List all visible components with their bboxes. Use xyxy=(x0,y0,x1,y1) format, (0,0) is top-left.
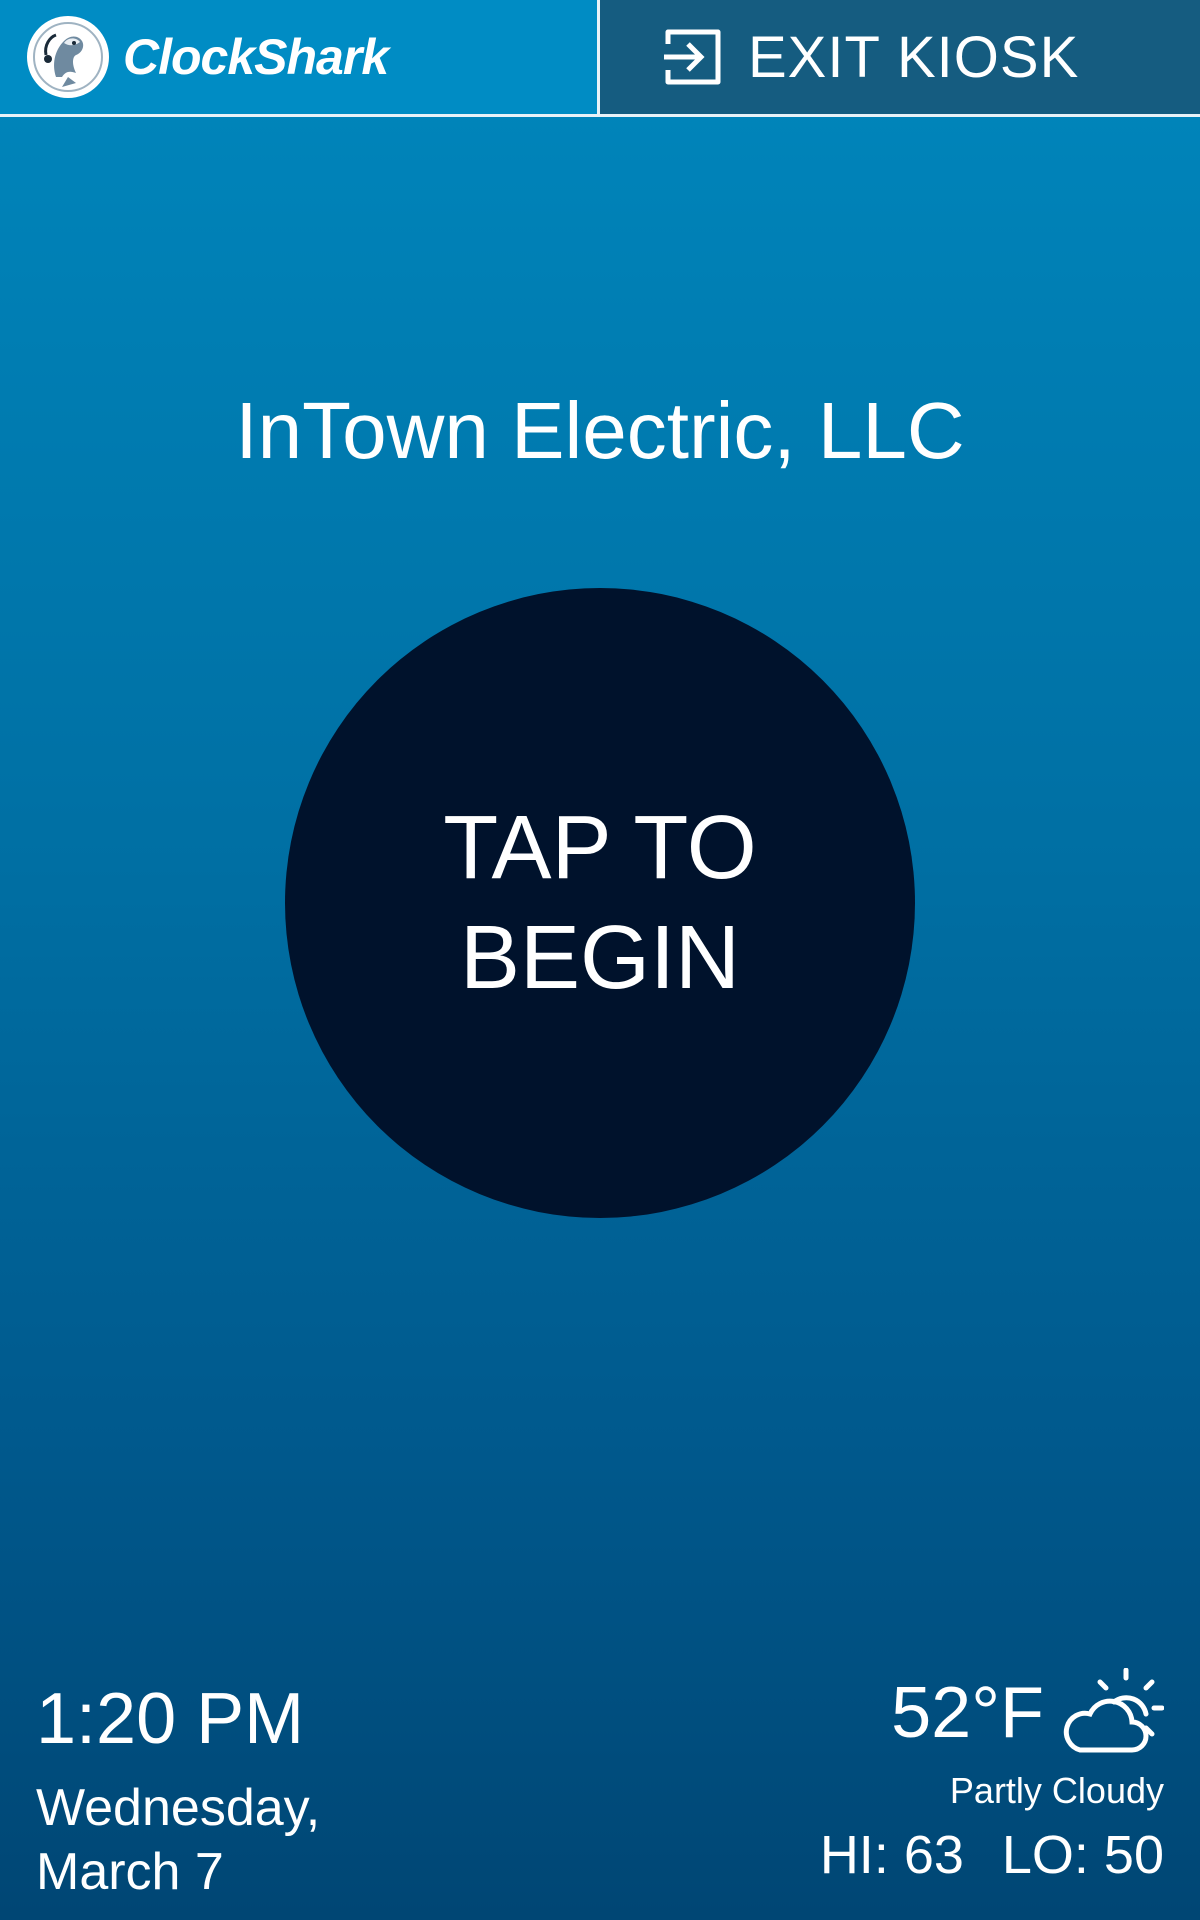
weather-temperature: 52°F xyxy=(891,1673,1044,1753)
brand-name: ClockShark xyxy=(123,29,389,85)
top-bar: ClockShark EXIT KIOSK xyxy=(0,0,1200,117)
exit-icon xyxy=(664,29,721,85)
tap-to-begin-button[interactable]: TAP TO BEGIN xyxy=(285,588,915,1218)
shark-logo-icon xyxy=(27,16,109,98)
weather-low: LO: 50 xyxy=(1001,1825,1164,1885)
partly-cloudy-icon xyxy=(1063,1668,1164,1753)
brand-area: ClockShark xyxy=(0,0,600,114)
weather-high-low: HI: 63 LO: 50 xyxy=(820,1824,1164,1886)
current-date: Wednesday, March 7 xyxy=(36,1779,321,1901)
weather-condition: Partly Cloudy xyxy=(949,1770,1164,1811)
weather-summary: 52°F xyxy=(891,1668,1164,1758)
kiosk-screen: ClockShark EXIT KIOSK InTown Electric, L… xyxy=(0,0,1200,1920)
exit-kiosk-label: EXIT KIOSK xyxy=(748,24,1080,90)
exit-kiosk-button[interactable]: EXIT KIOSK xyxy=(600,0,1200,114)
tap-to-begin-label: TAP TO BEGIN xyxy=(443,798,757,1008)
current-time: 1:20 PM xyxy=(36,1679,305,1759)
weather-high: HI: 63 xyxy=(819,1825,964,1885)
company-name: InTown Electric, LLC xyxy=(235,386,965,475)
